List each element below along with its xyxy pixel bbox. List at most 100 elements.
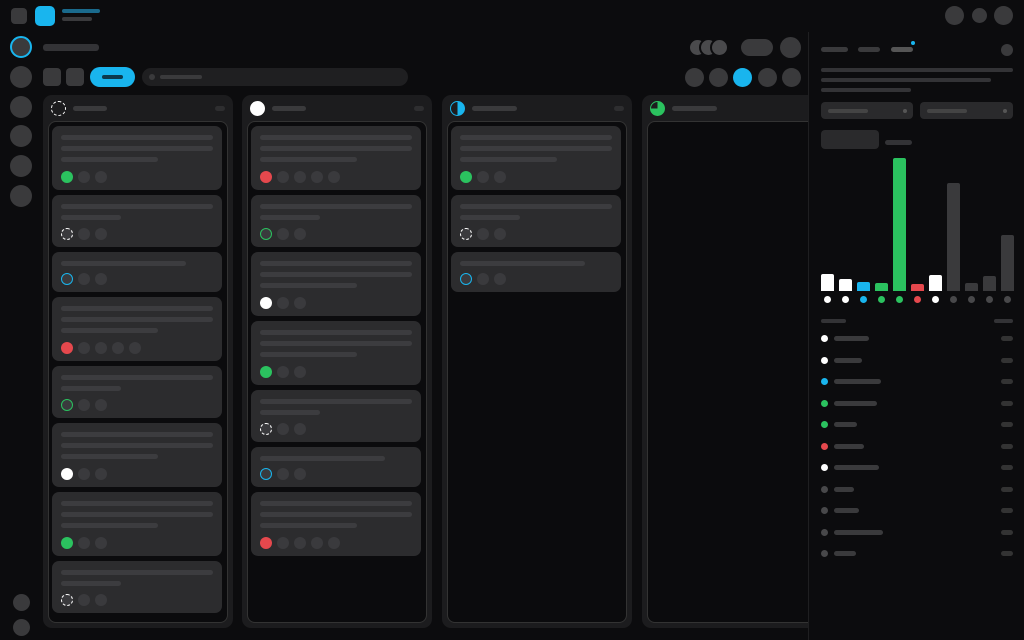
task-card[interactable] [451,126,621,190]
assignee-avatar[interactable] [294,537,306,549]
assignee-avatar[interactable] [277,366,289,378]
assignee-avatar[interactable] [95,594,107,606]
assignee-avatar[interactable] [95,468,107,480]
assignee-avatar[interactable] [78,399,90,411]
task-card[interactable] [52,366,222,418]
assignee-avatar[interactable] [311,537,323,549]
assignee-avatar[interactable] [78,171,90,183]
chart-bar[interactable] [983,276,996,291]
legend-row[interactable] [821,550,1013,558]
legend-row[interactable] [821,356,1013,365]
chart-bar[interactable] [857,282,870,291]
legend-row[interactable] [821,335,1013,343]
assignee-avatar[interactable] [477,228,489,240]
assignee-avatar[interactable] [78,342,90,354]
assignee-avatar[interactable] [477,171,489,183]
assignee-avatar[interactable] [78,228,90,240]
half-circle-icon[interactable] [61,273,73,285]
chart-bar[interactable] [965,283,978,291]
tab-overview[interactable] [821,47,848,52]
assignee-avatar[interactable] [112,342,124,354]
task-card[interactable] [52,561,222,613]
assignee-avatar[interactable] [294,297,306,309]
window-button-1[interactable] [945,6,964,25]
group-by-select[interactable] [821,102,913,119]
assignee-avatar[interactable] [277,537,289,549]
task-card[interactable] [251,321,421,385]
chart-bar[interactable] [911,284,924,291]
tab-activity[interactable] [858,47,880,52]
todo-icon[interactable] [61,468,73,480]
dashed-circle-icon[interactable] [460,228,472,240]
assignee-avatar[interactable] [477,273,489,285]
assignee-avatar[interactable] [294,423,306,435]
urgent-icon[interactable] [260,537,272,549]
quarter-circle-icon[interactable] [61,399,73,411]
task-card[interactable] [52,126,222,190]
chart-bar[interactable] [893,158,906,291]
assignee-avatar[interactable] [294,171,306,183]
assignee-avatar[interactable] [129,342,141,354]
task-card[interactable] [52,252,222,292]
assignee-avatar[interactable] [294,366,306,378]
window-button-3[interactable] [994,6,1013,25]
assignee-avatar[interactable] [95,273,107,285]
chart-bar[interactable] [875,283,888,291]
metric-select[interactable] [920,102,1013,119]
legend-row[interactable] [821,507,1013,515]
assignee-avatar[interactable] [328,171,340,183]
task-card[interactable] [251,390,421,442]
task-card[interactable] [52,195,222,247]
task-card[interactable] [251,447,421,487]
assignee-avatar[interactable] [294,468,306,480]
half-circle-icon[interactable] [260,468,272,480]
legend-row[interactable] [821,399,1013,408]
task-card[interactable] [52,423,222,487]
dashed-circle-icon[interactable] [61,594,73,606]
legend-row[interactable] [821,528,1013,537]
done-icon[interactable] [61,537,73,549]
dashed-circle-icon[interactable] [260,423,272,435]
chart-bar[interactable] [947,183,960,291]
chart-bar[interactable] [839,279,852,291]
assignee-avatar[interactable] [494,171,506,183]
assignee-avatar[interactable] [277,423,289,435]
assignee-avatar[interactable] [277,171,289,183]
assignee-avatar[interactable] [95,342,107,354]
chart-bar[interactable] [1001,235,1014,291]
done-icon[interactable] [460,171,472,183]
urgent-icon[interactable] [260,171,272,183]
todo-icon[interactable] [260,297,272,309]
assignee-avatar[interactable] [78,594,90,606]
done-icon[interactable] [61,171,73,183]
quarter-circle-icon[interactable] [260,228,272,240]
legend-row[interactable] [821,464,1013,472]
chart-bar[interactable] [821,274,834,291]
assignee-avatar[interactable] [78,468,90,480]
legend-row[interactable] [821,442,1013,451]
task-card[interactable] [251,126,421,190]
urgent-icon[interactable] [61,342,73,354]
legend-row[interactable] [821,421,1013,429]
window-button-2[interactable] [972,8,987,23]
assignee-avatar[interactable] [95,171,107,183]
assignee-avatar[interactable] [494,273,506,285]
legend-row[interactable] [821,485,1013,494]
assignee-avatar[interactable] [294,228,306,240]
tab-insights[interactable] [891,47,913,52]
task-card[interactable] [251,492,421,556]
assignee-avatar[interactable] [494,228,506,240]
assignee-avatar[interactable] [277,228,289,240]
assignee-avatar[interactable] [95,399,107,411]
assignee-avatar[interactable] [328,537,340,549]
assignee-avatar[interactable] [78,273,90,285]
half-circle-icon[interactable] [460,273,472,285]
dashed-circle-icon[interactable] [61,228,73,240]
task-card[interactable] [251,195,421,247]
assignee-avatar[interactable] [95,537,107,549]
assignee-avatar[interactable] [95,228,107,240]
task-card[interactable] [251,252,421,316]
assignee-avatar[interactable] [78,537,90,549]
legend-row[interactable] [821,378,1013,386]
assignee-avatar[interactable] [311,171,323,183]
